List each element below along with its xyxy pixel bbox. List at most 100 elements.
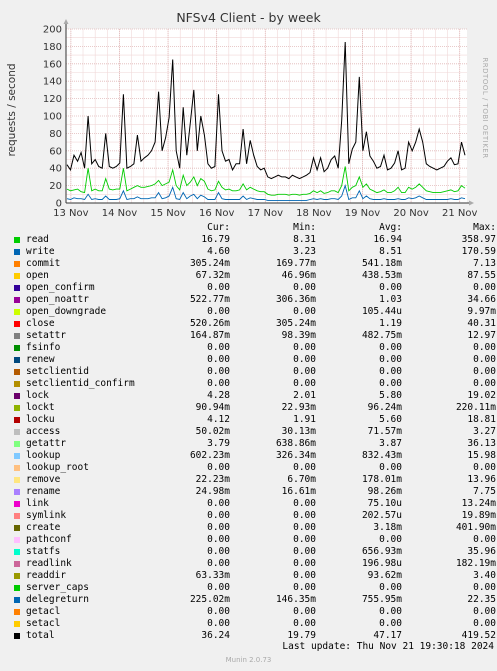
legend-swatch	[14, 417, 20, 423]
legend-row-open_noattr: open_noattr 522.77m 306.36m 1.03 34.66	[0, 294, 497, 306]
legend-max: 0.00	[473, 342, 496, 353]
legend-max: 0.00	[473, 606, 496, 617]
legend-max: 7.75	[473, 486, 496, 497]
legend-avg: 8.51	[379, 246, 402, 257]
legend-max: 0.00	[473, 534, 496, 545]
legend-swatch	[14, 537, 20, 543]
legend-name: close	[26, 318, 55, 329]
legend-header: Cur: Min: Avg: Max:	[0, 222, 497, 234]
legend-row-fsinfo: fsinfo 0.00 0.00 0.00 0.00	[0, 342, 497, 354]
legend-swatch	[14, 321, 20, 327]
legend-swatch	[14, 441, 20, 447]
legend-avg: 0.00	[379, 618, 402, 629]
legend-name: remove	[26, 474, 61, 485]
legend-swatch	[14, 357, 20, 363]
legend-row-pathconf: pathconf 0.00 0.00 0.00 0.00	[0, 534, 497, 546]
legend-swatch	[14, 585, 20, 591]
legend-cur: 0.00	[207, 546, 230, 557]
legend-row-link: link 0.00 0.00 75.10u 13.24m	[0, 498, 497, 510]
legend-name: readlink	[26, 558, 72, 569]
legend-max: 0.00	[473, 462, 496, 473]
legend-cur: 0.00	[207, 342, 230, 353]
y-tick-label: 180	[43, 42, 62, 53]
legend-avg: 75.10u	[367, 498, 402, 509]
legend-avg: 71.57m	[367, 426, 402, 437]
legend-swatch	[14, 429, 20, 435]
legend-max: 19.02	[467, 390, 496, 401]
legend-avg: 0.00	[379, 354, 402, 365]
legend-avg: 0.00	[379, 342, 402, 353]
x-axis-arrow	[469, 200, 474, 206]
legend-name: access	[26, 426, 61, 437]
legend-swatch	[14, 285, 20, 291]
legend-avg: 178.01m	[361, 474, 402, 485]
legend-avg: 5.60	[379, 414, 402, 425]
legend-cur: 0.00	[207, 366, 230, 377]
legend-swatch	[14, 393, 20, 399]
legend-max: 0.00	[473, 378, 496, 389]
legend-max: 182.19m	[455, 558, 496, 569]
legend-cur: 36.24	[201, 630, 230, 641]
legend-max: 40.31	[467, 318, 496, 329]
legend-cur: 0.00	[207, 606, 230, 617]
legend-cur: 0.00	[207, 618, 230, 629]
legend-max: 220.11m	[455, 402, 496, 413]
legend-min: 0.00	[293, 570, 316, 581]
legend-cur: 0.00	[207, 282, 230, 293]
y-tick-label: 200	[43, 25, 62, 36]
legend-name: lockt	[26, 402, 55, 413]
legend-name: setclientid_confirm	[26, 378, 135, 389]
y-tick-label: 40	[49, 164, 62, 175]
legend-cur: 3.79	[207, 438, 230, 449]
legend-min: 1.91	[293, 414, 316, 425]
legend-max: 0.00	[473, 354, 496, 365]
legend-row-access: access 50.02m 30.13m 71.57m 3.27	[0, 426, 497, 438]
legend-min: 0.00	[293, 354, 316, 365]
legend-min: 0.00	[293, 546, 316, 557]
legend-avg: 105.44u	[361, 306, 402, 317]
legend-swatch	[14, 345, 20, 351]
legend-name: open_confirm	[26, 282, 95, 293]
legend-row-remove: remove 22.23m 6.70m 178.01m 13.96	[0, 474, 497, 486]
legend-row-setacl: setacl 0.00 0.00 0.00 0.00	[0, 618, 497, 630]
legend-row-rename: rename 24.98m 16.61m 98.26m 7.75	[0, 486, 497, 498]
legend-min: 0.00	[293, 582, 316, 593]
legend-cur: 67.32m	[195, 270, 230, 281]
legend-avg: 93.62m	[367, 570, 402, 581]
legend-avg: 0.00	[379, 606, 402, 617]
legend-max: 13.96	[467, 474, 496, 485]
legend-row-close: close 520.26m 305.24m 1.19 40.31	[0, 318, 497, 330]
legend-avg: 1.19	[379, 318, 402, 329]
legend-cur: 0.00	[207, 378, 230, 389]
legend-row-lock: lock 4.28 2.01 5.80 19.02	[0, 390, 497, 402]
legend-min: 0.00	[293, 510, 316, 521]
legend-swatch	[14, 621, 20, 627]
legend-swatch	[14, 465, 20, 471]
legend-row-open_confirm: open_confirm 0.00 0.00 0.00 0.00	[0, 282, 497, 294]
legend-max: 170.59	[461, 246, 496, 257]
legend-swatch	[14, 309, 20, 315]
legend-min: 6.70m	[287, 474, 316, 485]
x-tick-label: 16 Nov	[199, 208, 235, 219]
legend-swatch	[14, 525, 20, 531]
legend-cur: 4.28	[207, 390, 230, 401]
legend-max: 0.00	[473, 282, 496, 293]
legend-name: delegreturn	[26, 594, 89, 605]
legend-avg: 755.95m	[361, 594, 402, 605]
legend-min: 0.00	[293, 306, 316, 317]
legend-swatch	[14, 249, 20, 255]
legend-min: 305.24m	[275, 318, 316, 329]
legend-min: 0.00	[293, 558, 316, 569]
legend-min: 0.00	[293, 522, 316, 533]
legend-swatch	[14, 561, 20, 567]
legend-min: 169.77m	[275, 258, 316, 269]
y-axis-arrow	[63, 19, 69, 24]
legend-cur: 520.26m	[189, 318, 230, 329]
y-tick-label: 140	[43, 77, 62, 88]
legend-row-create: create 0.00 0.00 3.18m 401.90m	[0, 522, 497, 534]
legend-row-server_caps: server_caps 0.00 0.00 0.00 0.00	[0, 582, 497, 594]
legend-swatch	[14, 501, 20, 507]
legend-avg: 0.00	[379, 282, 402, 293]
legend-name: getattr	[26, 438, 67, 449]
y-tick-label: 160	[43, 59, 62, 70]
